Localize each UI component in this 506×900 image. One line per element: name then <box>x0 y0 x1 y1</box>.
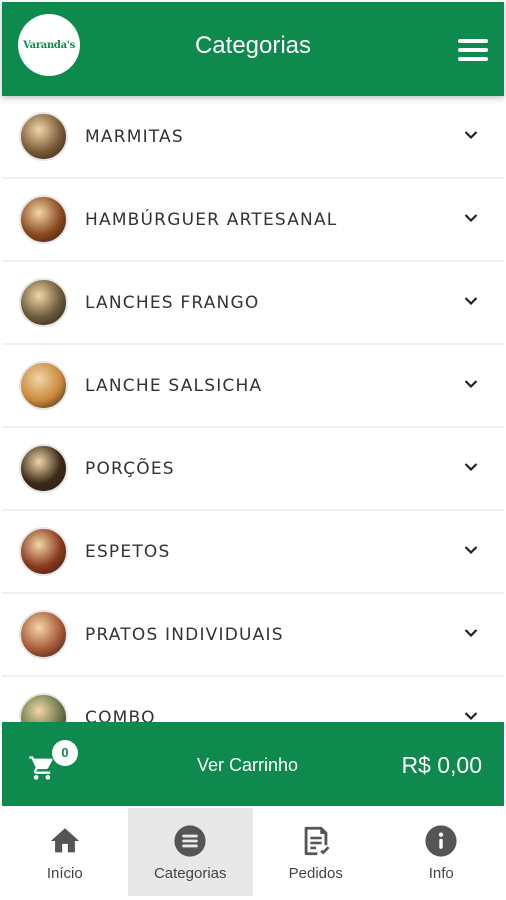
category-row[interactable]: HAMBÚRGUER ARTESANAL <box>2 179 504 260</box>
chevron-down-icon[interactable] <box>464 379 478 389</box>
info-icon <box>425 825 457 857</box>
category-thumbnail <box>19 195 68 244</box>
category-thumbnail <box>19 693 68 722</box>
chevron-down-icon[interactable] <box>464 711 478 721</box>
chevron-down-icon[interactable] <box>464 462 478 472</box>
chevron-down-icon[interactable] <box>464 130 478 140</box>
tab-label: Info <box>428 865 454 882</box>
category-row[interactable]: LANCHE SALSICHA <box>2 345 504 426</box>
tab-label: Categorias <box>153 865 227 882</box>
chevron-down-icon[interactable] <box>464 213 478 223</box>
category-label: PRATOS INDIVIDUAIS <box>85 625 284 645</box>
category-thumbnail <box>19 112 68 161</box>
category-label: MARMITAS <box>85 127 184 147</box>
hamburger-menu-icon[interactable] <box>458 39 488 63</box>
view-cart-label: Ver Carrinho <box>197 755 299 775</box>
chevron-down-icon[interactable] <box>464 296 478 306</box>
category-row[interactable]: PRATOS INDIVIDUAIS <box>2 594 504 675</box>
category-thumbnail <box>19 527 68 576</box>
category-thumbnail <box>19 610 68 659</box>
category-thumbnail <box>19 444 68 493</box>
cart-icon <box>29 756 53 780</box>
tab-label: Pedidos <box>288 865 343 882</box>
category-row[interactable]: COMBO <box>2 677 504 722</box>
cart-total: R$ 0,00 <box>401 752 482 778</box>
page-title: Categorias <box>194 32 312 59</box>
cart-count-badge: 0 <box>52 740 78 766</box>
category-label: LANCHE SALSICHA <box>85 376 263 396</box>
category-label: COMBO <box>85 708 156 722</box>
category-list[interactable]: MARMITAS HAMBÚRGUER ARTESANAL LANCHES FRAN… <box>2 96 504 722</box>
list-icon <box>174 825 206 857</box>
app-header: Varanda's Categorias <box>2 2 504 96</box>
category-label: PORÇÕES <box>85 459 175 479</box>
chevron-down-icon[interactable] <box>464 628 478 638</box>
home-icon <box>50 828 79 853</box>
category-row[interactable]: MARMITAS <box>2 96 504 177</box>
view-cart-bar[interactable]: 0 Ver Carrinho R$ 0,00 <box>2 722 504 806</box>
category-label: HAMBÚRGUER ARTESANAL <box>85 210 338 230</box>
tab-info[interactable]: Info <box>379 808 505 896</box>
tab-inicio[interactable]: Início <box>2 808 128 896</box>
category-thumbnail <box>19 278 68 327</box>
category-thumbnail <box>19 361 68 410</box>
category-label: LANCHES FRANGO <box>85 293 260 313</box>
orders-icon <box>304 826 330 856</box>
tab-pedidos[interactable]: Pedidos <box>253 808 379 896</box>
category-row[interactable]: ESPETOS <box>2 511 504 592</box>
category-row[interactable]: LANCHES FRANGO <box>2 262 504 343</box>
chevron-down-icon[interactable] <box>464 545 478 555</box>
tab-categorias[interactable]: Categorias <box>127 808 253 896</box>
category-row[interactable]: PORÇÕES <box>2 428 504 509</box>
category-label: ESPETOS <box>85 542 171 562</box>
tab-label: Início <box>46 865 83 882</box>
bottom-tab-bar: Início Categorias Pedidos Info <box>2 808 504 896</box>
